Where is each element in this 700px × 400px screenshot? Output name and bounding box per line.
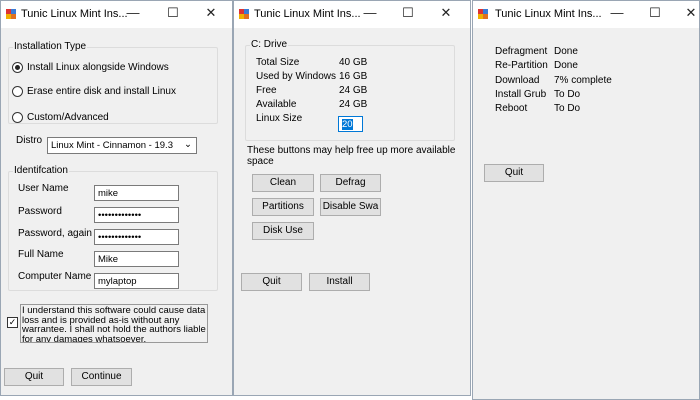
full-name-input[interactable]: Mike	[94, 251, 179, 267]
title-bar[interactable]: Tunic Linux Mint Ins... — ☐ ✕	[1, 1, 232, 28]
linux-size-input[interactable]: 20	[338, 116, 363, 132]
continue-button[interactable]: Continue	[71, 368, 132, 386]
computer-name-input[interactable]: mylaptop	[94, 273, 179, 289]
installer-window-3: Tunic Linux Mint Ins... — ☐ ✕ Defragment…	[472, 0, 700, 400]
radio-label[interactable]: Erase entire disk and install Linux	[27, 86, 176, 97]
radio-custom[interactable]	[12, 112, 23, 123]
linux-size-label: Linux Size	[256, 113, 303, 124]
title-bar[interactable]: Tunic Linux Mint Ins... — ☐ ✕	[234, 1, 470, 28]
window-title: Tunic Linux Mint Ins...	[254, 8, 361, 20]
agree-checkbox[interactable]: ✓	[7, 317, 18, 328]
radio-label[interactable]: Install Linux alongside Windows	[27, 62, 169, 73]
field-label: Full Name	[18, 249, 64, 260]
minimize-button[interactable]: —	[125, 5, 141, 20]
distro-value: Linux Mint - Cinnamon - 19.3	[51, 140, 173, 151]
step-label: Install Grub	[495, 89, 547, 100]
step-status: To Do	[554, 103, 581, 114]
maximize-button[interactable]: ☐	[647, 5, 663, 21]
field-label: Computer Name	[18, 271, 92, 282]
close-button[interactable]: ✕	[683, 5, 699, 21]
installer-window-2: Tunic Linux Mint Ins... — ☐ ✕ C: Drive T…	[233, 0, 471, 396]
password-confirm-input[interactable]: •••••••••••••	[94, 229, 179, 245]
disk-use-button[interactable]: Disk Use	[252, 222, 314, 240]
radio-label[interactable]: Custom/Advanced	[27, 112, 109, 123]
quit-button[interactable]: Quit	[241, 273, 302, 291]
partitions-button[interactable]: Partitions	[252, 198, 314, 216]
close-button[interactable]: ✕	[203, 5, 219, 21]
clean-button[interactable]: Clean	[252, 174, 314, 192]
quit-button[interactable]: Quit	[484, 164, 544, 182]
group-label: Identifcation	[13, 165, 69, 176]
minimize-button[interactable]: —	[362, 5, 378, 20]
app-icon	[478, 9, 489, 19]
step-label: Defragment	[495, 46, 548, 57]
drive-row-value: 40 GB	[339, 57, 368, 68]
password-input[interactable]: •••••••••••••	[94, 207, 179, 223]
field-label: Password, again	[18, 228, 92, 239]
username-input[interactable]: mike	[94, 185, 179, 201]
agree-text[interactable]: I understand this software could cause d…	[20, 304, 208, 343]
drive-row-value: 24 GB	[339, 85, 368, 96]
window-title: Tunic Linux Mint Ins...	[495, 8, 602, 20]
window-title: Tunic Linux Mint Ins...	[21, 8, 128, 20]
drive-row-value: 16 GB	[339, 71, 368, 82]
minimize-button[interactable]: —	[609, 5, 625, 20]
step-label: Reboot	[495, 103, 528, 114]
linux-size-value: 20	[342, 119, 353, 130]
group-label: C: Drive	[250, 39, 289, 50]
disable-swap-button[interactable]: Disable Swa	[320, 198, 381, 216]
step-status: 7% complete	[554, 75, 612, 86]
radio-erase[interactable]	[12, 86, 23, 97]
chevron-down-icon: ⌄	[184, 139, 192, 150]
drive-row-label: Used by Windows	[256, 71, 337, 82]
drive-row-label: Total Size	[256, 57, 300, 68]
field-label: Password	[18, 206, 62, 217]
install-button[interactable]: Install	[309, 273, 370, 291]
installer-window-1: Tunic Linux Mint Ins... — ☐ ✕ Installati…	[0, 0, 233, 396]
defrag-button[interactable]: Defrag	[320, 174, 381, 192]
drive-row-label: Available	[256, 99, 297, 110]
field-label: User Name	[18, 183, 69, 194]
group-label: Installation Type	[13, 41, 88, 52]
hint-text: These buttons may help free up more avai…	[247, 145, 456, 167]
step-status: To Do	[554, 89, 581, 100]
step-status: Done	[554, 46, 578, 57]
maximize-button[interactable]: ☐	[165, 5, 181, 21]
step-label: Download	[495, 75, 540, 86]
distro-label: Distro	[16, 135, 43, 146]
radio-alongside[interactable]	[12, 62, 23, 73]
drive-row-label: Free	[256, 85, 277, 96]
drive-row-value: 24 GB	[339, 99, 368, 110]
title-bar[interactable]: Tunic Linux Mint Ins... — ☐ ✕	[473, 1, 699, 28]
step-label: Re-Partition	[495, 60, 548, 71]
distro-select[interactable]: Linux Mint - Cinnamon - 19.3 ⌄	[47, 137, 197, 154]
maximize-button[interactable]: ☐	[400, 5, 416, 21]
app-icon	[239, 9, 250, 19]
close-button[interactable]: ✕	[438, 5, 454, 21]
step-status: Done	[554, 60, 578, 71]
quit-button[interactable]: Quit	[4, 368, 64, 386]
app-icon	[6, 9, 17, 19]
